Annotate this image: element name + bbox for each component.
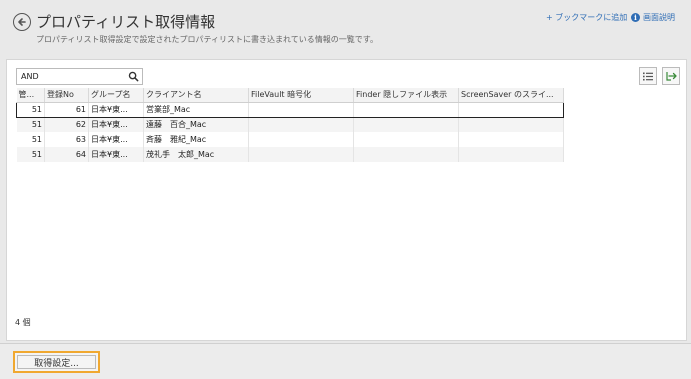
cell-screensaver — [458, 117, 564, 132]
export-icon — [665, 72, 677, 81]
search-box — [16, 68, 143, 85]
cell-finder-hidden — [353, 132, 459, 147]
cell-screensaver — [458, 101, 564, 118]
column-header-screensaver[interactable]: ScreenSaver のスライ... — [458, 88, 564, 103]
cell-finder-hidden — [353, 101, 459, 118]
column-header-filevault[interactable]: FileVault 暗号化 — [248, 88, 354, 103]
search-icon[interactable] — [128, 71, 139, 82]
cell-kanri: 51 — [16, 117, 45, 132]
table-row[interactable]: 51 61 日本¥東... 営業部_Mac — [16, 101, 564, 118]
page-title: プロパティリスト取得情報 — [36, 13, 216, 31]
table-row[interactable]: 51 62 日本¥東... 遠藤 百合_Mac — [16, 117, 564, 132]
cell-client: 営業部_Mac — [143, 101, 249, 118]
main-panel: 管... 登録No グループ名 クライアント名 FileVault 暗号化 Fi… — [6, 59, 687, 341]
cell-kanri: 51 — [16, 132, 45, 147]
cell-client: 茂礼手 太郎_Mac — [143, 147, 249, 162]
export-button[interactable] — [662, 67, 680, 85]
property-list-table: 管... 登録No グループ名 クライアント名 FileVault 暗号化 Fi… — [16, 88, 564, 162]
cell-screensaver — [458, 147, 564, 162]
cell-filevault — [248, 147, 354, 162]
cell-filevault — [248, 132, 354, 147]
page-header: プロパティリスト取得情報 プロパティリスト取得設定で設定されたプロパティリストに… — [0, 0, 691, 54]
table-row[interactable]: 51 63 日本¥東... 斉藤 雅紀_Mac — [16, 132, 564, 147]
cell-group: 日本¥東... — [88, 147, 144, 162]
column-header-registration-no[interactable]: 登録No — [44, 88, 89, 103]
help-link[interactable]: i 画面説明 — [631, 12, 675, 23]
arrow-left-icon — [18, 18, 26, 26]
column-header-kanri[interactable]: 管... — [16, 88, 45, 103]
cell-registration-no: 62 — [44, 117, 89, 132]
cell-filevault — [248, 101, 354, 118]
back-button[interactable] — [13, 13, 31, 31]
column-header-client[interactable]: クライアント名 — [143, 88, 249, 103]
cell-kanri: 51 — [16, 147, 45, 162]
item-count: 4 個 — [15, 318, 31, 327]
footer-bar: 取得設定... — [0, 343, 691, 379]
page-subtitle: プロパティリスト取得設定で設定されたプロパティリストに書き込まれている情報の一覧… — [36, 35, 378, 44]
cell-group: 日本¥東... — [88, 117, 144, 132]
add-bookmark-link[interactable]: + ブックマークに追加 — [546, 12, 627, 23]
cell-screensaver — [458, 132, 564, 147]
column-header-group[interactable]: グループ名 — [88, 88, 144, 103]
acquisition-settings-button[interactable]: 取得設定... — [13, 351, 100, 373]
cell-client: 斉藤 雅紀_Mac — [143, 132, 249, 147]
cell-kanri: 51 — [16, 101, 45, 118]
cell-finder-hidden — [353, 117, 459, 132]
cell-registration-no: 63 — [44, 132, 89, 147]
cell-group: 日本¥東... — [88, 101, 144, 118]
column-header-finder-hidden[interactable]: Finder 隠しファイル表示 — [353, 88, 459, 103]
info-icon: i — [631, 13, 640, 22]
add-bookmark-label: + ブックマークに追加 — [546, 13, 628, 22]
cell-finder-hidden — [353, 147, 459, 162]
cell-filevault — [248, 117, 354, 132]
help-label: 画面説明 — [643, 13, 675, 22]
cell-group: 日本¥東... — [88, 132, 144, 147]
table-header-row: 管... 登録No グループ名 クライアント名 FileVault 暗号化 Fi… — [16, 88, 564, 103]
column-list-button[interactable] — [639, 67, 657, 85]
table-row[interactable]: 51 64 日本¥東... 茂礼手 太郎_Mac — [16, 147, 564, 162]
cell-registration-no: 64 — [44, 147, 89, 162]
list-icon — [643, 72, 653, 80]
acquisition-settings-label: 取得設定... — [17, 355, 96, 369]
search-input[interactable] — [17, 69, 122, 84]
cell-client: 遠藤 百合_Mac — [143, 117, 249, 132]
cell-registration-no: 61 — [44, 101, 89, 118]
